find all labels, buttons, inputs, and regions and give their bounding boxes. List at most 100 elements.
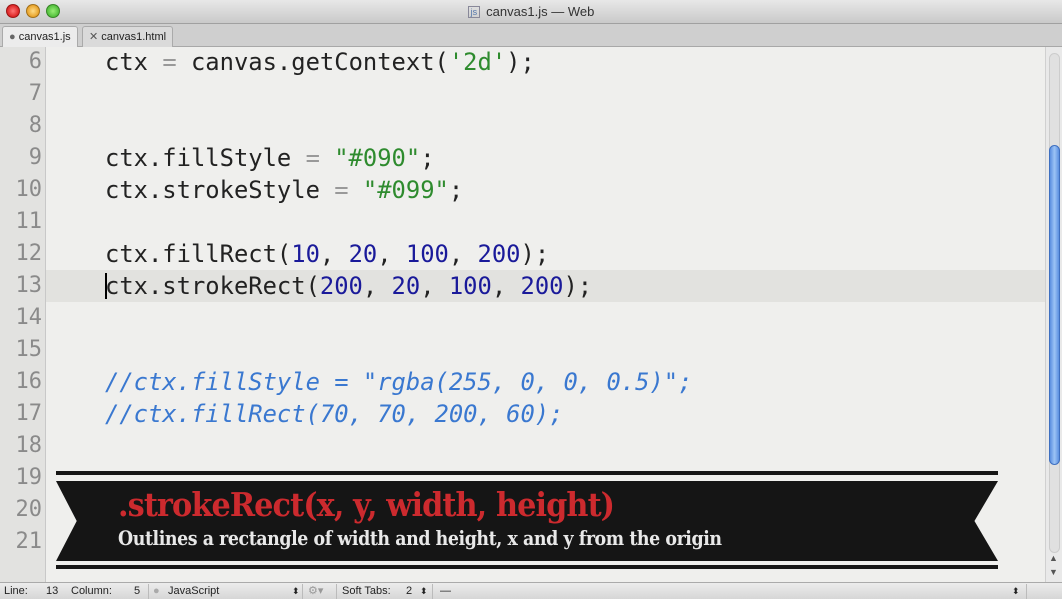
code-token: 20 — [348, 240, 378, 268]
code-token: 100 — [405, 240, 449, 268]
tab-label: canvas1.html — [101, 31, 167, 43]
code-token: ); — [563, 272, 593, 300]
language-select[interactable]: JavaScript — [168, 583, 219, 599]
gear-icon[interactable]: ⚙▾ — [308, 583, 323, 599]
code-line[interactable] — [46, 302, 1045, 334]
window-title-text: canvas1.js — Web — [486, 4, 595, 19]
scroll-up-arrow-icon[interactable]: ▲ — [1049, 553, 1058, 563]
code-token: 20 — [391, 272, 421, 300]
banner-top-rule — [56, 471, 998, 475]
updown-chevron-icon: ⬍ — [292, 586, 300, 596]
line-number: 15 — [15, 337, 43, 362]
line-number: 11 — [15, 209, 43, 234]
code-text: ctx.fillStyle = "#090"; — [105, 142, 435, 174]
code-token: ctx.fillStyle — [105, 144, 306, 172]
code-text: ctx = canvas.getContext('2d'); — [105, 47, 535, 78]
code-token: ); — [506, 48, 535, 76]
title-bar: js canvas1.js — Web — [0, 0, 1062, 24]
close-icon[interactable]: ✕ — [89, 31, 101, 43]
code-token: = — [334, 176, 349, 204]
code-line[interactable] — [46, 430, 1045, 462]
code-token: , — [319, 240, 349, 268]
js-file-icon: js — [467, 6, 481, 18]
code-token: , — [448, 240, 478, 268]
line-number: 19 — [15, 465, 43, 490]
tab-bar: ● canvas1.js ✕ canvas1.html — [0, 24, 1062, 47]
line-value: 13 — [46, 585, 59, 597]
code-line[interactable]: ctx.strokeStyle = "#099"; — [46, 174, 1045, 206]
code-line[interactable] — [46, 78, 1045, 110]
line-number: 9 — [28, 145, 42, 170]
column-label: Column: — [71, 585, 112, 597]
code-text: ctx.strokeRect(200, 20, 100, 200); — [105, 270, 592, 302]
line-number: 8 — [28, 113, 42, 138]
code-token: canvas.getContext( — [176, 48, 449, 76]
vertical-scrollbar[interactable]: ▲ ▼ — [1045, 47, 1062, 582]
updown-chevron-icon: ⬍ — [420, 586, 428, 596]
code-text: ctx.strokeStyle = "#099"; — [105, 174, 463, 206]
line-number: 6 — [28, 49, 42, 74]
code-token: "#090" — [334, 144, 421, 172]
updown-chevron-icon: ⬍ — [1012, 586, 1020, 596]
code-token: 200 — [520, 272, 564, 300]
code-token: 100 — [448, 272, 492, 300]
banner-title: .strokeRect(x, y, width, height) — [118, 485, 615, 524]
code-token: "#099" — [362, 176, 449, 204]
code-text: //ctx.fillStyle = "rgba(255, 0, 0, 0.5)"… — [105, 366, 692, 398]
line-number: 20 — [15, 497, 43, 522]
code-token: = — [305, 144, 320, 172]
code-line[interactable] — [46, 334, 1045, 366]
code-token: ctx.fillRect( — [105, 240, 292, 268]
code-line[interactable] — [46, 206, 1045, 238]
text-caret — [105, 273, 107, 299]
code-token: ; — [448, 176, 464, 204]
tab-canvas1-html[interactable]: ✕ canvas1.html — [82, 26, 174, 47]
scroll-down-arrow-icon[interactable]: ▼ — [1049, 567, 1058, 577]
code-token: ctx — [105, 48, 163, 76]
banner-subtitle: Outlines a rectangle of width and height… — [118, 526, 722, 550]
line-label: Line: — [4, 585, 28, 597]
code-line[interactable]: ctx = canvas.getContext('2d'); — [46, 47, 1045, 78]
line-number: 21 — [15, 529, 43, 554]
code-token: //ctx.fillStyle = "rgba(255, 0, 0, 0.5)"… — [105, 368, 693, 396]
code-token: , — [491, 272, 521, 300]
code-line[interactable]: //ctx.fillStyle = "rgba(255, 0, 0, 0.5)"… — [46, 366, 1045, 398]
soft-tabs-label: Soft Tabs: — [342, 585, 391, 597]
soft-tabs-select[interactable]: 2 — [406, 583, 412, 599]
line-number: 12 — [15, 241, 43, 266]
code-token: '2d' — [448, 48, 507, 76]
code-token: = — [162, 48, 177, 76]
status-bar: Line: 13 Column: 5 ● JavaScript ⬍ ⚙▾ Sof… — [0, 582, 1062, 599]
dot-icon: ● — [9, 31, 19, 43]
code-token: , — [420, 272, 449, 300]
code-token: 200 — [477, 240, 521, 268]
banner-bottom-rule — [56, 565, 998, 569]
code-token: , — [362, 272, 392, 300]
code-line[interactable]: ctx.strokeRect(200, 20, 100, 200); — [46, 270, 1045, 302]
language-icon: ● — [153, 585, 160, 597]
code-token: ctx.strokeRect( — [105, 272, 320, 300]
line-number: 18 — [15, 433, 43, 458]
line-number: 14 — [15, 305, 43, 330]
code-text: ctx.fillRect(10, 20, 100, 200); — [105, 238, 549, 270]
code-token: 10 — [291, 240, 320, 268]
line-number: 13 — [15, 273, 43, 298]
code-token: 200 — [319, 272, 363, 300]
code-line[interactable]: ctx.fillStyle = "#090"; — [46, 142, 1045, 174]
line-number: 7 — [28, 81, 42, 106]
tab-canvas1-js[interactable]: ● canvas1.js — [2, 26, 78, 47]
code-token: ctx.strokeStyle — [105, 176, 335, 204]
code-line[interactable]: ctx.fillRect(10, 20, 100, 200); — [46, 238, 1045, 270]
window-title: js canvas1.js — Web — [0, 4, 1062, 19]
tab-label: canvas1.js — [18, 31, 71, 43]
line-number: 16 — [15, 369, 43, 394]
symbol-select[interactable]: — — [440, 583, 451, 599]
code-line[interactable]: //ctx.fillRect(70, 70, 200, 60); — [46, 398, 1045, 430]
line-number: 17 — [15, 401, 43, 426]
code-token: ); — [520, 240, 550, 268]
method-banner: .strokeRect(x, y, width, height) Outline… — [56, 471, 998, 569]
code-line[interactable] — [46, 110, 1045, 142]
scroll-thumb[interactable] — [1049, 145, 1060, 465]
